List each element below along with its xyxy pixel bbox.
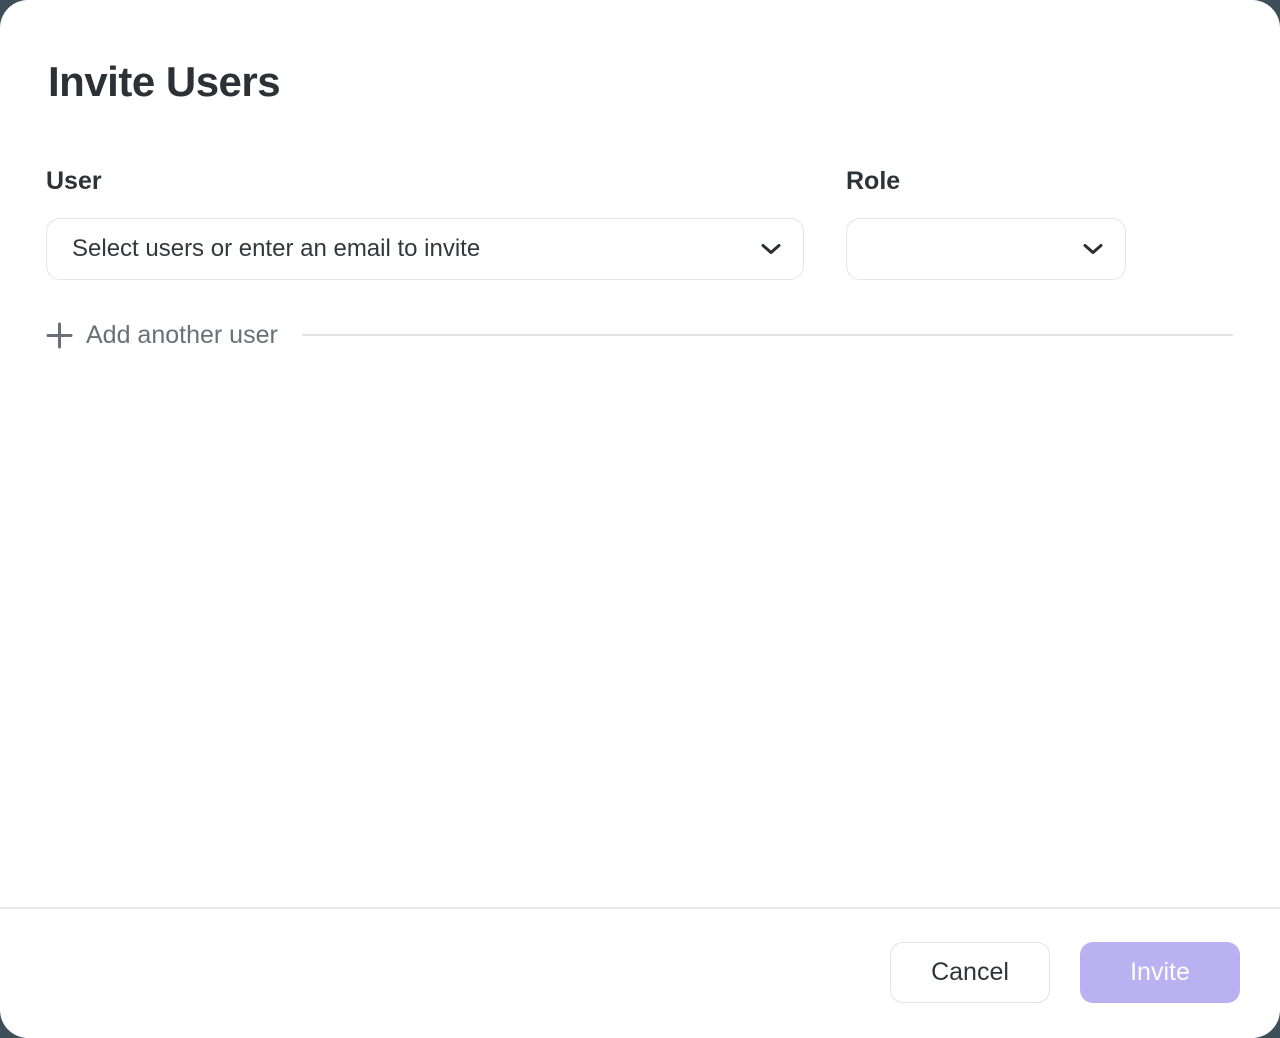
plus-icon [46, 322, 73, 349]
invite-button[interactable]: Invite [1080, 942, 1240, 1003]
add-another-user-button[interactable]: Add another user [46, 321, 278, 350]
add-another-user-label: Add another user [86, 321, 278, 350]
chevron-down-icon [1083, 243, 1103, 255]
user-field-label: User [46, 167, 102, 196]
user-select[interactable]: Select users or enter an email to invite [46, 218, 804, 280]
footer-divider [0, 907, 1280, 909]
cancel-button[interactable]: Cancel [890, 942, 1050, 1003]
role-field-label: Role [846, 167, 900, 196]
user-select-placeholder: Select users or enter an email to invite [72, 235, 761, 263]
chevron-down-icon [761, 243, 781, 255]
dialog-title: Invite Users [48, 58, 280, 106]
invite-users-dialog: Invite Users User Select users or enter … [0, 0, 1280, 1038]
role-select[interactable] [846, 218, 1126, 280]
divider [302, 334, 1233, 336]
add-another-user-row: Add another user [46, 320, 1233, 350]
